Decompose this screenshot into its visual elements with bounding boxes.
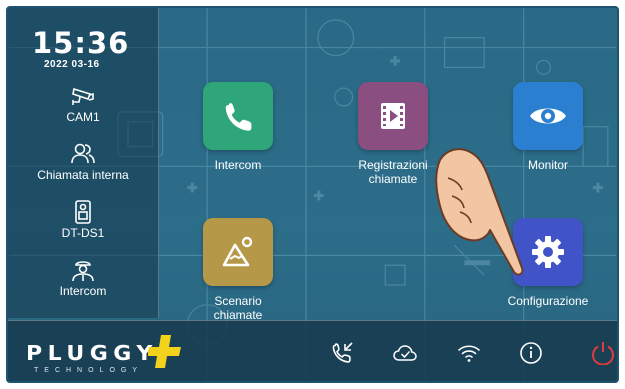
sidebar-item-label: DT-DS1 [61, 226, 105, 240]
cloud-icon[interactable] [393, 341, 417, 365]
users-icon [71, 143, 95, 164]
gear-icon [532, 236, 564, 268]
app-tile [203, 82, 273, 150]
logo-subtitle: TECHNOLOGY [34, 367, 144, 374]
wifi-icon[interactable] [457, 341, 481, 365]
cctv-camera-icon [72, 87, 94, 105]
sidebar-item-dt-ds1[interactable]: DT-DS1 [8, 200, 158, 240]
call-log-icon[interactable] [331, 341, 355, 365]
sidebar-item-label: Intercom [59, 284, 107, 298]
power-icon[interactable] [591, 341, 615, 365]
app-label: Configurazione [507, 294, 589, 308]
app-label: Intercom [214, 158, 262, 172]
eye-icon [530, 108, 566, 124]
info-icon[interactable] [519, 341, 543, 365]
sidebar-item-label: Chiamata interna [37, 168, 129, 182]
clock-date: 2022 03-16 [44, 59, 100, 70]
guard-icon [72, 261, 94, 282]
pluggy-logo: PLUGGY TECHNOLOGY [26, 333, 196, 374]
scenario-icon [222, 236, 253, 267]
video-record-icon [381, 103, 405, 129]
sidebar: 15:36 2022 03-16 CAM1 Chiamata interna D… [8, 8, 159, 318]
plus-logo-icon [148, 335, 181, 368]
app-intercom[interactable]: Intercom [183, 82, 293, 172]
sidebar-item-intercom[interactable]: Intercom [8, 258, 158, 298]
app-call-scenario[interactable]: Scenario chiamate [183, 218, 293, 322]
pointing-hand-icon [435, 148, 524, 276]
app-tile [203, 218, 273, 286]
logo-text: PLUGGY [26, 341, 158, 365]
clock-time: 15:36 [32, 26, 130, 60]
bottom-bar: PLUGGY TECHNOLOGY [8, 320, 617, 381]
device-frame: 15:36 2022 03-16 CAM1 Chiamata interna D… [0, 0, 625, 389]
app-label: Scenario chiamate [213, 294, 263, 322]
sidebar-item-internal-call[interactable]: Chiamata interna [8, 142, 158, 182]
app-tile [358, 82, 428, 150]
screen: 15:36 2022 03-16 CAM1 Chiamata interna D… [6, 6, 619, 383]
sidebar-item-label: CAM1 [66, 110, 100, 124]
door-station-icon [75, 200, 91, 224]
phone-icon [225, 103, 252, 131]
sidebar-item-cam1[interactable]: CAM1 [8, 84, 158, 124]
